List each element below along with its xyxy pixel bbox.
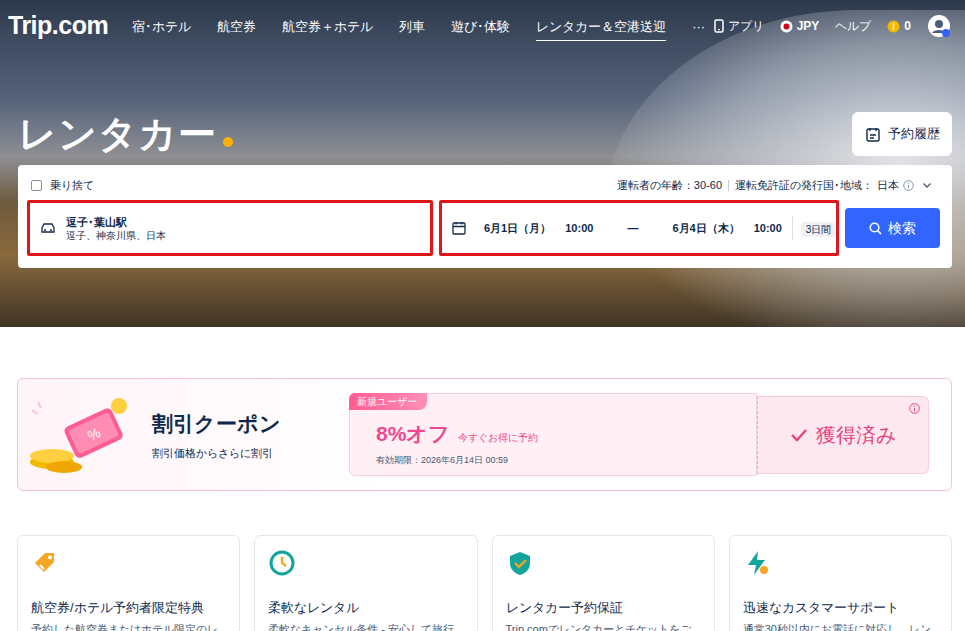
- svg-text:%: %: [85, 424, 103, 444]
- nav-item[interactable]: 宿･ホテル: [132, 11, 191, 42]
- license-country: 日本: [877, 177, 899, 194]
- logo[interactable]: Trip.com: [8, 7, 108, 45]
- feature-text: Trip.comでレンタカーとチケットをご予約後、フライト、列車、バスに運休や遅…: [506, 622, 702, 631]
- hero-title-row: レンタカー 予約履歴: [0, 52, 965, 156]
- hero-banner: Trip.com 宿･ホテル航空券航空券＋ホテル列車遊び･体験レンタカー＆空港送迎…: [0, 0, 965, 327]
- title-text: レンタカー: [18, 113, 217, 155]
- nav-item[interactable]: 航空券＋ホテル: [282, 11, 373, 42]
- help-link[interactable]: ヘルプ: [835, 17, 871, 35]
- japan-flag-icon: [780, 20, 793, 33]
- more-menu[interactable]: ···: [692, 11, 705, 42]
- info-icon tc-info: [909, 403, 920, 414]
- search-button[interactable]: 検索: [845, 208, 940, 248]
- feature-title: 迅速なカスタマーサポート: [743, 598, 939, 618]
- location-sub: 逗子、神奈川県、日本: [66, 229, 166, 242]
- search-icon: [869, 222, 882, 235]
- driver-settings[interactable]: 運転者の年齢：30-60 運転免許証の発行国･地域：日本: [617, 177, 932, 194]
- title-dot: [223, 137, 233, 147]
- lightning-icon: [743, 549, 771, 577]
- clock-icon: [268, 549, 296, 577]
- coupon-banner: % 割引クーポン割引価格からさらに割引 新規ユーザー 8%オフ今すぐお得に予約有効期限…: [17, 378, 952, 491]
- coin-balance[interactable]: 0: [887, 17, 911, 35]
- currency-selector[interactable]: JPY: [780, 17, 820, 35]
- coupon-ticket: 新規ユーザー 8%オフ今すぐお得に予約有効期限：2026年6月14日 00:59: [349, 393, 757, 476]
- coupon-title: 割引クーポン: [152, 408, 281, 440]
- app-label: アプリ: [728, 17, 764, 35]
- return-time: 10:00: [754, 220, 782, 237]
- calendar-icon: [452, 221, 466, 235]
- one-way-option[interactable]: 乗り捨て: [31, 177, 94, 194]
- history-icon: [866, 127, 880, 142]
- one-way-checkbox[interactable]: [31, 180, 42, 191]
- feature-card: レンタカー予約保証 Trip.comでレンタカーとチケットをご予約後、フライト、列…: [492, 535, 715, 631]
- nav-tools: アプリ JPY ヘルプ 0: [714, 14, 951, 38]
- license-label: 運転免許証の発行国･地域：: [735, 177, 873, 194]
- duration-wrap: 3日間: [792, 216, 837, 240]
- app-link[interactable]: アプリ: [714, 17, 764, 35]
- page-title: レンタカー: [18, 112, 233, 156]
- date-range-field[interactable]: 6月1日（月） 10:00 — 6月4日（木） 10:00 3日間: [439, 200, 839, 256]
- info-icon ms-1: [903, 180, 914, 191]
- location-text: 逗子･葉山駅逗子、神奈川県、日本: [66, 215, 166, 242]
- nav-item[interactable]: 列車: [399, 11, 425, 42]
- expiry: 有効期限：2026年6月14日 00:59: [376, 454, 742, 468]
- one-way-label: 乗り捨て: [50, 177, 94, 194]
- coupon-text: 割引クーポン割引価格からさらに割引: [152, 408, 281, 462]
- coin-count: 0: [904, 17, 911, 35]
- driver-age: 30-60: [694, 177, 722, 194]
- coin-icon: [887, 20, 900, 33]
- feature-text: 柔軟なキャンセル条件 - 安心して旅行の計画を立てられます: [268, 622, 464, 631]
- pickup-time: 10:00: [565, 220, 593, 237]
- currency-label: JPY: [797, 17, 820, 35]
- return-date: 6月4日（木）: [672, 220, 739, 237]
- tag-icon: [31, 549, 59, 577]
- search-label: 検索: [888, 218, 916, 239]
- avatar-icon: [927, 14, 951, 38]
- feature-title: レンタカー予約保証: [506, 598, 702, 618]
- coupon-intro: % 割引クーポン割引価格からさらに割引: [24, 394, 349, 476]
- location-name: 逗子･葉山駅: [66, 215, 166, 229]
- driver-age-label: 運転者の年齢：: [617, 177, 694, 194]
- nav-menu: 宿･ホテル航空券航空券＋ホテル列車遊び･体験レンタカー＆空港送迎 ···: [132, 11, 705, 42]
- claimed-button[interactable]: 獲得済み: [757, 396, 929, 474]
- content: % 割引クーポン割引価格からさらに割引 新規ユーザー 8%オフ今すぐお得に予約有効期限…: [0, 378, 965, 631]
- new-user-tag: 新規ユーザー: [349, 393, 427, 410]
- feature-list: 航空券/ホテル予約者限定特典予約した航空券またはホテル限定のレンタル料金をご利用…: [17, 535, 952, 631]
- nav-item[interactable]: 遊び･体験: [451, 11, 510, 42]
- feature-card: 柔軟なレンタル柔軟なキャンセル条件 - 安心して旅行の計画を立てられます: [254, 535, 477, 631]
- history-label: 予約履歴: [888, 124, 940, 144]
- discount-note: 今すぐお得に予約: [458, 430, 538, 445]
- feature-text: 通常30秒以内にお電話に対応し、レンタカーのご利用をしっかりとサポートします: [743, 622, 939, 631]
- search-fields: 逗子･葉山駅逗子、神奈川県、日本 6月1日（月） 10:00 — 6月4日（木） 10:0…: [27, 200, 940, 256]
- shield-icon: [506, 549, 534, 577]
- feature-card: 航空券/ホテル予約者限定特典予約した航空券またはホテル限定のレンタル料金をご利用…: [17, 535, 240, 631]
- check-icon: [790, 428, 808, 442]
- pickup-date: 6月1日（月）: [484, 220, 551, 237]
- feature-card: 迅速なカスタマーサポート通常30秒以内にお電話に対応し、レンタカーのご利用をしっ…: [729, 535, 952, 631]
- coupon-subtitle: 割引価格からさらに割引: [152, 445, 281, 462]
- car-icon: [40, 222, 56, 234]
- phone-icon: [714, 19, 724, 33]
- feature-title: 航空券/ホテル予約者限定特典: [31, 598, 227, 618]
- coupon-illustration-icon: %: [24, 394, 134, 476]
- duration: 3日間: [801, 222, 837, 237]
- feature-title: 柔軟なレンタル: [268, 598, 464, 618]
- discount-row: 8%オフ今すぐお得に予約: [376, 418, 742, 450]
- search-options: 乗り捨て 運転者の年齢：30-60 運転免許証の発行国･地域：日本: [27, 175, 940, 195]
- top-navbar: Trip.com 宿･ホテル航空券航空券＋ホテル列車遊び･体験レンタカー＆空港送迎…: [0, 0, 965, 52]
- nav-item[interactable]: レンタカー＆空港送迎: [536, 11, 666, 42]
- date-separator: —: [627, 220, 638, 237]
- chevron-down-icon: [922, 180, 932, 190]
- search-card: 乗り捨て 運転者の年齢：30-60 運転免許証の発行国･地域：日本逗子･葉山駅逗子、…: [18, 165, 952, 268]
- divider: [728, 180, 729, 191]
- discount: 8%オフ: [376, 418, 450, 450]
- claimed-label: 獲得済み: [816, 420, 896, 450]
- feature-text: 予約した航空券またはホテル限定のレンタル料金をご利用いただけます: [31, 622, 227, 631]
- nav-item[interactable]: 航空券: [217, 11, 256, 42]
- booking-history-button[interactable]: 予約履歴: [852, 112, 952, 156]
- pickup-location-field[interactable]: 逗子･葉山駅逗子、神奈川県、日本: [27, 200, 433, 256]
